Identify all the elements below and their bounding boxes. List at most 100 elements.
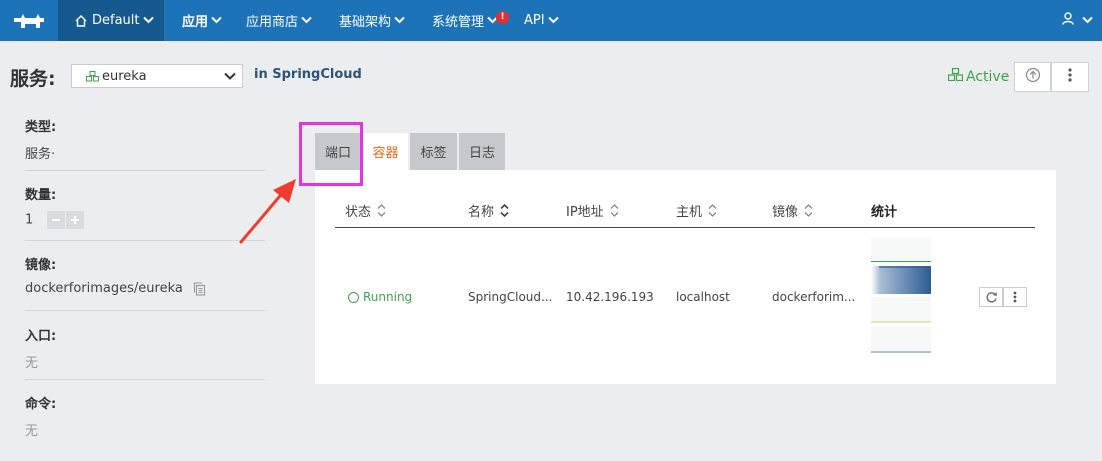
row-state-label: Running — [363, 290, 413, 304]
memory-sparkline — [871, 266, 931, 294]
sort-icon — [500, 204, 509, 217]
tab-labels[interactable]: 标签 — [410, 133, 457, 170]
nav-infrastructure-label: 基础架构 — [339, 15, 392, 30]
annotation-arrow — [239, 179, 296, 244]
alert-badge: ! — [496, 11, 509, 24]
image-info: 镜像: dockerforimages/eureka — [25, 254, 265, 296]
highlight-box — [299, 122, 363, 186]
column-header-image[interactable]: 镜像 — [772, 201, 813, 220]
chevron-down-icon — [224, 70, 236, 85]
entry-label: 入口: — [25, 329, 57, 344]
stack-prefix: in — [254, 67, 268, 82]
image-label: 镜像: — [25, 258, 57, 273]
scale-info: 数量: 1 — [25, 184, 265, 229]
rancher-logo[interactable] — [0, 0, 58, 41]
scale-down-button[interactable] — [47, 211, 66, 229]
scale-value: 1 — [25, 212, 34, 228]
chevron-down-icon — [1082, 13, 1093, 28]
command-label: 命令: — [25, 397, 57, 412]
sort-icon — [377, 204, 386, 217]
divider — [25, 379, 265, 380]
chevron-down-icon — [211, 13, 222, 28]
sort-icon — [610, 204, 619, 217]
column-header-state[interactable]: 状态 — [345, 201, 386, 220]
tab-logs[interactable]: 日志 — [459, 133, 505, 170]
sort-icon — [708, 204, 717, 217]
row-ip: 10.42.196.193 — [566, 290, 654, 304]
upgrade-button[interactable] — [1014, 62, 1051, 92]
refresh-icon — [986, 291, 997, 302]
scale-row: 1 — [25, 211, 265, 229]
row-name[interactable]: SpringCloud... — [468, 290, 552, 304]
service-label: 服务: — [10, 68, 56, 90]
nav-apps-label: 应用 — [182, 15, 209, 30]
chevron-down-icon — [142, 13, 154, 28]
nav-catalog-label: 应用商店 — [246, 15, 299, 30]
kebab-menu-icon — [1068, 68, 1072, 86]
minus-icon — [52, 219, 61, 221]
user-icon — [1062, 12, 1074, 29]
service-stack-icon — [947, 67, 964, 85]
nav-admin[interactable]: 系统管理 ! — [432, 0, 509, 41]
tab-labels-label: 标签 — [420, 146, 447, 161]
user-menu[interactable] — [1062, 0, 1093, 41]
entry-info: 入口: 无 — [25, 325, 265, 371]
row-state: Running — [348, 290, 412, 304]
storage-sparkline — [871, 327, 931, 353]
tab-containers-label: 容器 — [372, 146, 399, 161]
service-select-value: eureka — [102, 68, 147, 84]
sort-icon — [804, 204, 813, 217]
entry-value: 无 — [25, 356, 39, 371]
environment-switcher[interactable]: Default — [58, 0, 164, 41]
image-value: dockerforimages/eureka — [25, 281, 183, 296]
row-host[interactable]: localhost — [676, 290, 730, 304]
cpu-sparkline — [871, 238, 931, 263]
nav-infrastructure[interactable]: 基础架构 — [339, 0, 405, 41]
column-header-name[interactable]: 名称 — [468, 201, 509, 220]
type-value: 服务· — [25, 147, 56, 162]
plus-icon — [71, 216, 80, 224]
nav-apps[interactable]: 应用 — [182, 0, 222, 41]
chevron-down-icon — [394, 13, 405, 28]
scale-label: 数量: — [25, 188, 57, 203]
command-value: 无 — [25, 424, 39, 439]
nav-admin-label: 系统管理 — [432, 15, 485, 30]
row-more-actions-button[interactable] — [1003, 287, 1027, 307]
column-header-ip[interactable]: IP地址 — [566, 201, 619, 220]
scale-up-button[interactable] — [66, 211, 85, 229]
command-info: 命令: 无 — [25, 393, 265, 439]
stack-link[interactable]: in SpringCloud — [254, 67, 362, 82]
column-header-state-label: 状态 — [345, 205, 372, 220]
column-header-stats-label: 统计 — [871, 205, 898, 220]
chevron-down-icon — [547, 13, 559, 28]
scale-controls — [47, 211, 85, 229]
service-state-label: Active — [966, 68, 1010, 85]
column-header-name-label: 名称 — [468, 205, 495, 220]
table-header-rule — [335, 227, 1035, 228]
type-info: 类型: 服务· — [25, 116, 265, 162]
column-header-host[interactable]: 主机 — [676, 201, 717, 220]
column-header-host-label: 主机 — [676, 205, 703, 220]
nav-catalog[interactable]: 应用商店 — [246, 0, 312, 41]
copy-icon[interactable] — [193, 281, 206, 296]
column-header-ip-label: IP地址 — [566, 205, 604, 220]
top-navigation-bar: Default 应用 应用商店 基础架构 系统管理 ! API — [0, 0, 1102, 41]
tab-logs-label: 日志 — [468, 146, 495, 161]
running-status-icon — [348, 291, 359, 303]
more-actions-button[interactable] — [1051, 62, 1089, 92]
restart-container-button[interactable] — [979, 287, 1003, 307]
row-image: dockerforim... — [772, 290, 856, 304]
type-label: 类型: — [25, 120, 57, 135]
column-header-stats: 统计 — [871, 201, 897, 220]
stack-name: SpringCloud — [272, 67, 362, 82]
environment-name: Default — [92, 13, 140, 28]
network-sparkline — [871, 297, 931, 323]
image-row: dockerforimages/eureka — [25, 281, 265, 296]
tab-containers[interactable]: 容器 — [363, 133, 408, 170]
nav-api[interactable]: API — [524, 0, 559, 41]
column-header-image-label: 镜像 — [772, 205, 799, 220]
upgrade-icon — [1025, 67, 1041, 87]
divider — [25, 310, 265, 311]
service-select[interactable]: eureka — [71, 64, 243, 88]
home-icon — [74, 14, 88, 27]
